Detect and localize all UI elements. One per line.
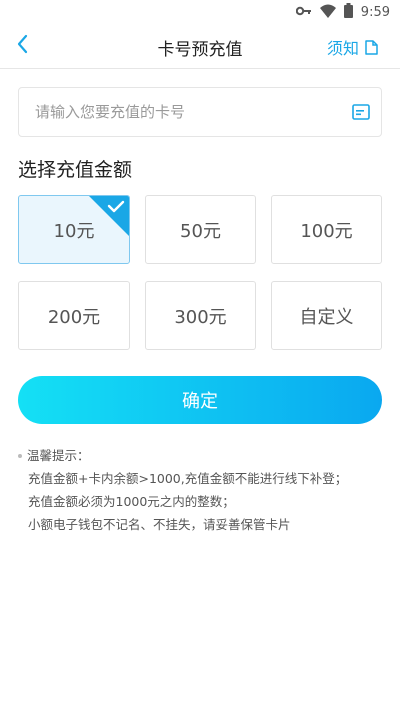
status-time: 9:59: [360, 5, 390, 20]
wifi-icon: [319, 4, 336, 22]
status-bar: 9:59: [0, 0, 400, 24]
card-icon[interactable]: [351, 102, 371, 122]
tips-line: 小额电子钱包不记名、不挂失，请妥善保管卡片: [28, 517, 291, 532]
amount-label: 自定义: [299, 306, 354, 328]
notice-button[interactable]: 须知: [327, 35, 378, 59]
amount-label: 100元: [300, 220, 353, 242]
tips-title: 温馨提示：: [27, 448, 90, 463]
amount-option[interactable]: 300元: [145, 281, 256, 350]
amount-options: 10元 50元 100元 200元 300元 自定义: [18, 195, 382, 350]
battery-icon: [343, 3, 353, 22]
amount-label: 300元: [174, 306, 227, 328]
amount-section-title: 选择充值金额: [18, 159, 133, 181]
status-icons: 9:59: [295, 3, 390, 22]
notice-label: 须知: [326, 39, 359, 58]
key-icon: [295, 5, 312, 21]
amount-option[interactable]: 50元: [145, 195, 256, 264]
tips-line: 充值金额必须为1000元之内的整数；: [28, 494, 235, 509]
tips-section: 温馨提示： 充值金额+卡内余额>1000,充值金额不能进行线下补登； 充值金额必…: [18, 444, 382, 536]
amount-label: 200元: [47, 306, 101, 328]
amount-option[interactable]: 10元: [18, 195, 130, 264]
nav-bar: 卡号预充值 须知: [0, 24, 400, 69]
amount-option[interactable]: 自定义: [271, 281, 382, 350]
amount-option[interactable]: 200元: [18, 281, 130, 350]
amount-option[interactable]: 100元: [271, 195, 382, 264]
document-icon: [365, 39, 378, 55]
selected-check-icon: [89, 196, 129, 236]
amount-label: 50元: [180, 220, 221, 242]
tips-line: 充值金额+卡内余额>1000,充值金额不能进行线下补登；: [28, 471, 348, 486]
confirm-button[interactable]: 确定: [18, 376, 382, 424]
tips-header: 温馨提示：: [18, 444, 382, 467]
bullet-icon: [18, 453, 22, 458]
card-number-input[interactable]: [33, 102, 351, 122]
card-number-field: [18, 87, 382, 137]
